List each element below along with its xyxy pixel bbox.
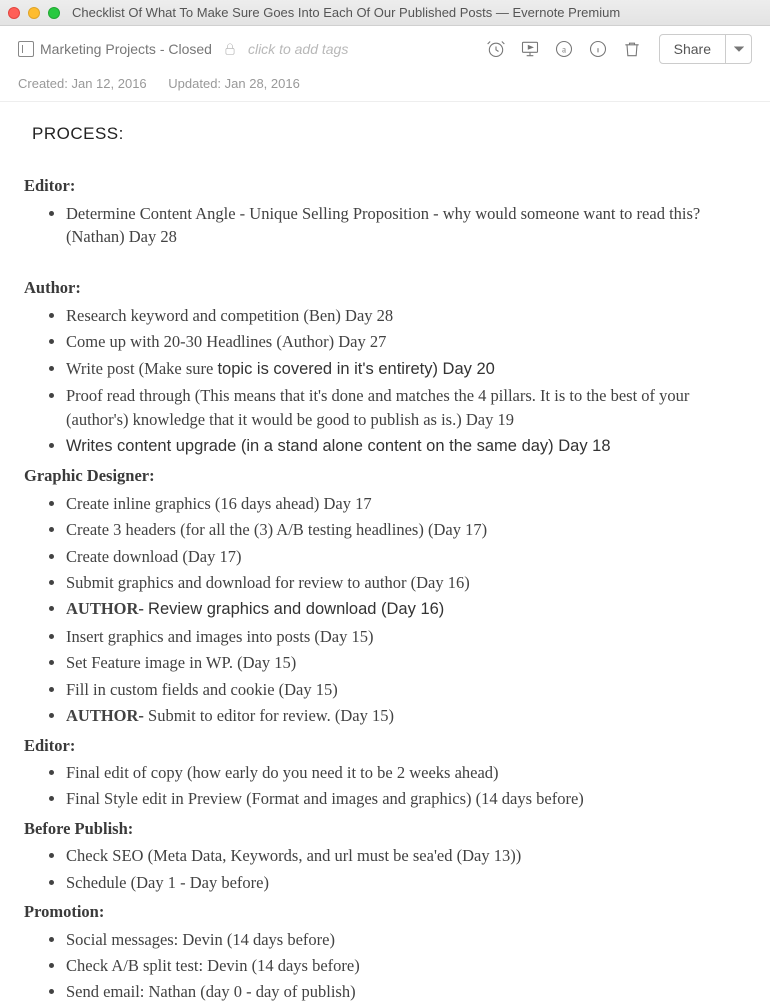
section-promotion: Promotion:: [24, 900, 746, 923]
list-item: Check SEO (Meta Data, Keywords, and url …: [66, 844, 746, 867]
note-meta: Created: Jan 12, 2016 Updated: Jan 28, 2…: [0, 72, 770, 102]
share-dropdown[interactable]: [726, 34, 752, 64]
annotate-icon[interactable]: a: [549, 34, 579, 64]
section-editor-2: Editor:: [24, 734, 746, 757]
close-window-button[interactable]: [8, 7, 20, 19]
list-item: Create 3 headers (for all the (3) A/B te…: [66, 518, 746, 541]
svg-text:a: a: [562, 44, 566, 54]
list-item: Send email: Nathan (day 0 - day of publi…: [66, 980, 746, 1003]
list-item: Final edit of copy (how early do you nee…: [66, 761, 746, 784]
process-heading: PROCESS:: [32, 122, 746, 146]
list-item: Write post (Make sure topic is covered i…: [66, 357, 746, 381]
window-title: Checklist Of What To Make Sure Goes Into…: [72, 5, 620, 20]
reminder-icon[interactable]: [481, 34, 511, 64]
list-item: Create inline graphics (16 days ahead) D…: [66, 492, 746, 515]
info-icon[interactable]: [583, 34, 613, 64]
note-body[interactable]: PROCESS: Editor: Determine Content Angle…: [0, 102, 770, 1004]
list-item: Come up with 20-30 Headlines (Author) Da…: [66, 330, 746, 353]
editor1-list: Determine Content Angle - Unique Selling…: [24, 202, 746, 249]
share-button[interactable]: Share: [659, 34, 726, 64]
section-author: Author:: [24, 276, 746, 299]
list-item: Create download (Day 17): [66, 545, 746, 568]
present-icon[interactable]: [515, 34, 545, 64]
traffic-lights: [8, 7, 60, 19]
note-toolbar: Marketing Projects - Closed click to add…: [0, 26, 770, 72]
gd-list: Create inline graphics (16 days ahead) D…: [24, 492, 746, 728]
tags-input[interactable]: click to add tags: [248, 41, 348, 57]
list-item: Insert graphics and images into posts (D…: [66, 625, 746, 648]
list-item: Social messages: Devin (14 days before): [66, 928, 746, 951]
list-item: Proof read through (This means that it's…: [66, 384, 746, 431]
list-item: Writes content upgrade (in a stand alone…: [66, 434, 746, 458]
trash-icon[interactable]: [617, 34, 647, 64]
author-list: Research keyword and competition (Ben) D…: [24, 304, 746, 459]
list-item: Set Feature image in WP. (Day 15): [66, 651, 746, 674]
window-titlebar: Checklist Of What To Make Sure Goes Into…: [0, 0, 770, 26]
list-item: AUTHOR- Submit to editor for review. (Da…: [66, 704, 746, 727]
section-graphic-designer: Graphic Designer:: [24, 464, 746, 487]
list-item: AUTHOR- Review graphics and download (Da…: [66, 597, 746, 621]
promo-list: Social messages: Devin (14 days before) …: [24, 928, 746, 1004]
minimize-window-button[interactable]: [28, 7, 40, 19]
notebook-icon: [18, 41, 34, 57]
list-item: Research keyword and competition (Ben) D…: [66, 304, 746, 327]
lock-icon: [222, 41, 238, 57]
notebook-name[interactable]: Marketing Projects - Closed: [40, 41, 212, 57]
before-list: Check SEO (Meta Data, Keywords, and url …: [24, 844, 746, 894]
list-item: Determine Content Angle - Unique Selling…: [66, 202, 746, 249]
created-date: Created: Jan 12, 2016: [18, 76, 147, 91]
updated-date: Updated: Jan 28, 2016: [168, 76, 300, 91]
maximize-window-button[interactable]: [48, 7, 60, 19]
list-item: Submit graphics and download for review …: [66, 571, 746, 594]
editor2-list: Final edit of copy (how early do you nee…: [24, 761, 746, 811]
list-item: Fill in custom fields and cookie (Day 15…: [66, 678, 746, 701]
section-before-publish: Before Publish:: [24, 817, 746, 840]
section-editor-1: Editor:: [24, 174, 746, 197]
list-item: Schedule (Day 1 - Day before): [66, 871, 746, 894]
list-item: Check A/B split test: Devin (14 days bef…: [66, 954, 746, 977]
list-item: Final Style edit in Preview (Format and …: [66, 787, 746, 810]
